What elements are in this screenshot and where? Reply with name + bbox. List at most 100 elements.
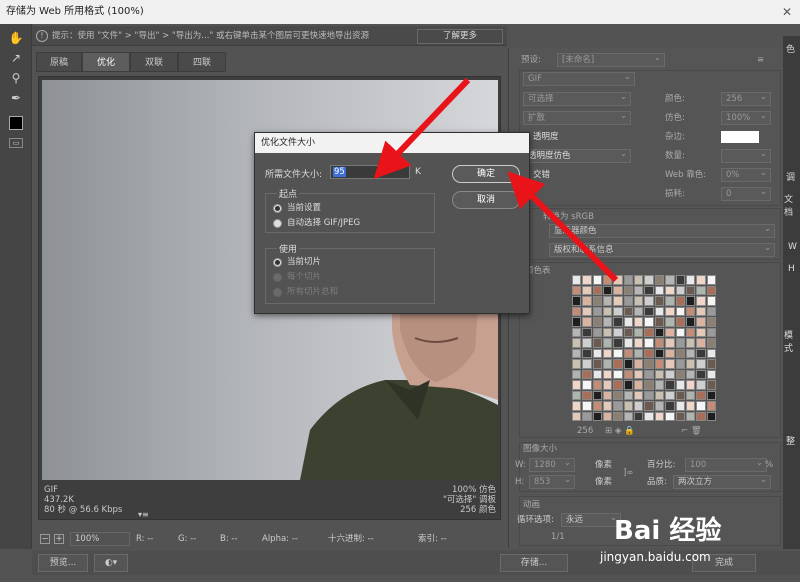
palette-swatch[interactable] bbox=[665, 401, 675, 411]
palette-swatch[interactable] bbox=[685, 359, 696, 369]
palette-swatch[interactable] bbox=[592, 411, 603, 421]
palette-swatch[interactable] bbox=[592, 390, 603, 400]
palette-swatch[interactable] bbox=[696, 359, 706, 369]
palette-swatch[interactable] bbox=[654, 285, 665, 295]
tab-optimized[interactable]: 优化 bbox=[82, 52, 130, 72]
palette-swatch[interactable] bbox=[572, 296, 582, 306]
width-input[interactable]: 1280 bbox=[529, 457, 575, 472]
palette-swatch[interactable] bbox=[613, 338, 623, 348]
palette-swatch[interactable] bbox=[634, 411, 644, 421]
palette-swatch[interactable] bbox=[572, 348, 582, 358]
palette-swatch[interactable] bbox=[592, 338, 603, 348]
palette-swatch[interactable] bbox=[696, 285, 706, 295]
palette-swatch[interactable] bbox=[685, 285, 696, 295]
palette-swatch[interactable] bbox=[685, 369, 696, 379]
palette-swatch[interactable] bbox=[603, 327, 613, 337]
palette-swatch[interactable] bbox=[665, 317, 675, 327]
palette-tools-icons[interactable]: ⊞ ◈ 🔒 bbox=[605, 424, 635, 438]
palette-swatch[interactable] bbox=[665, 338, 675, 348]
palette-swatch[interactable] bbox=[623, 327, 634, 337]
palette-swatch[interactable] bbox=[582, 369, 592, 379]
zoom-tool-icon[interactable]: ⚲ bbox=[8, 70, 24, 86]
palette-swatch[interactable] bbox=[675, 306, 685, 316]
dither-algo-select[interactable]: 扩散 bbox=[523, 110, 631, 125]
palette-swatch[interactable] bbox=[696, 327, 706, 337]
ok-button[interactable]: 确定 bbox=[452, 165, 520, 183]
palette-swatch[interactable] bbox=[665, 275, 675, 285]
palette-swatch[interactable] bbox=[696, 348, 706, 358]
color-table-grid[interactable] bbox=[572, 275, 716, 421]
palette-swatch[interactable] bbox=[685, 390, 696, 400]
close-icon[interactable]: ✕ bbox=[782, 0, 792, 24]
colors-select[interactable]: 256 bbox=[721, 91, 771, 106]
palette-swatch[interactable] bbox=[675, 401, 685, 411]
palette-swatch[interactable] bbox=[613, 327, 623, 337]
palette-swatch[interactable] bbox=[644, 401, 654, 411]
palette-swatch[interactable] bbox=[592, 359, 603, 369]
palette-swatch[interactable] bbox=[572, 401, 582, 411]
palette-swatch[interactable] bbox=[603, 401, 613, 411]
palette-swatch[interactable] bbox=[644, 348, 654, 358]
palette-swatch[interactable] bbox=[665, 359, 675, 369]
save-button[interactable]: 存储... bbox=[500, 554, 568, 572]
palette-swatch[interactable] bbox=[654, 411, 665, 421]
palette-swatch[interactable] bbox=[665, 390, 675, 400]
palette-swatch[interactable] bbox=[696, 275, 706, 285]
palette-swatch[interactable] bbox=[675, 369, 685, 379]
palette-swatch[interactable] bbox=[696, 401, 706, 411]
palette-swatch[interactable] bbox=[603, 380, 613, 390]
palette-swatch[interactable] bbox=[685, 275, 696, 285]
palette-swatch[interactable] bbox=[644, 285, 654, 295]
radio-auto-select[interactable]: 自动选择 GIF/JPEG bbox=[273, 217, 360, 229]
radio-current-settings[interactable]: 当前设置 bbox=[273, 202, 321, 214]
palette-swatch[interactable] bbox=[603, 338, 613, 348]
palette-new-delete-icons[interactable]: ⌐ 🗑 bbox=[681, 424, 702, 438]
palette-swatch[interactable] bbox=[572, 411, 582, 421]
constrain-link-icon[interactable]: ]∞ bbox=[623, 466, 633, 480]
palette-swatch[interactable] bbox=[685, 401, 696, 411]
palette-swatch[interactable] bbox=[623, 338, 634, 348]
palette-swatch[interactable] bbox=[623, 369, 634, 379]
palette-swatch[interactable] bbox=[572, 359, 582, 369]
palette-swatch[interactable] bbox=[623, 390, 634, 400]
palette-swatch[interactable] bbox=[644, 380, 654, 390]
palette-swatch[interactable] bbox=[572, 285, 582, 295]
palette-swatch[interactable] bbox=[603, 306, 613, 316]
learn-more-button[interactable]: 了解更多 bbox=[417, 29, 503, 44]
palette-swatch[interactable] bbox=[654, 275, 665, 285]
palette-swatch[interactable] bbox=[613, 348, 623, 358]
palette-swatch[interactable] bbox=[623, 359, 634, 369]
zoom-in-icon[interactable]: + bbox=[54, 534, 64, 544]
palette-swatch[interactable] bbox=[696, 338, 706, 348]
palette-swatch[interactable] bbox=[685, 348, 696, 358]
palette-swatch[interactable] bbox=[592, 348, 603, 358]
web-snap-select[interactable]: 0% bbox=[721, 167, 771, 182]
palette-swatch[interactable] bbox=[654, 369, 665, 379]
palette-swatch[interactable] bbox=[634, 317, 644, 327]
palette-swatch[interactable] bbox=[644, 317, 654, 327]
percent-input[interactable]: 100 bbox=[685, 457, 767, 472]
preset-select[interactable]: [未命名] bbox=[557, 52, 665, 67]
palette-swatch[interactable] bbox=[644, 306, 654, 316]
palette-swatch[interactable] bbox=[696, 390, 706, 400]
matte-color-swatch[interactable] bbox=[721, 131, 759, 143]
palette-swatch[interactable] bbox=[572, 390, 582, 400]
palette-swatch[interactable] bbox=[572, 327, 582, 337]
palette-swatch[interactable] bbox=[613, 285, 623, 295]
transparency-checkbox[interactable]: 透明度 bbox=[533, 130, 559, 144]
tab-original[interactable]: 原稿 bbox=[36, 52, 82, 72]
palette-swatch[interactable] bbox=[623, 411, 634, 421]
palette-swatch[interactable] bbox=[634, 338, 644, 348]
palette-swatch[interactable] bbox=[582, 275, 592, 285]
palette-swatch[interactable] bbox=[685, 380, 696, 390]
palette-swatch[interactable] bbox=[654, 348, 665, 358]
palette-swatch[interactable] bbox=[665, 369, 675, 379]
reduction-select[interactable]: 可选择 bbox=[523, 91, 631, 106]
palette-swatch[interactable] bbox=[603, 369, 613, 379]
palette-swatch[interactable] bbox=[654, 296, 665, 306]
palette-swatch[interactable] bbox=[592, 285, 603, 295]
palette-swatch[interactable] bbox=[685, 296, 696, 306]
palette-swatch[interactable] bbox=[572, 338, 582, 348]
palette-swatch[interactable] bbox=[582, 401, 592, 411]
palette-swatch[interactable] bbox=[654, 390, 665, 400]
